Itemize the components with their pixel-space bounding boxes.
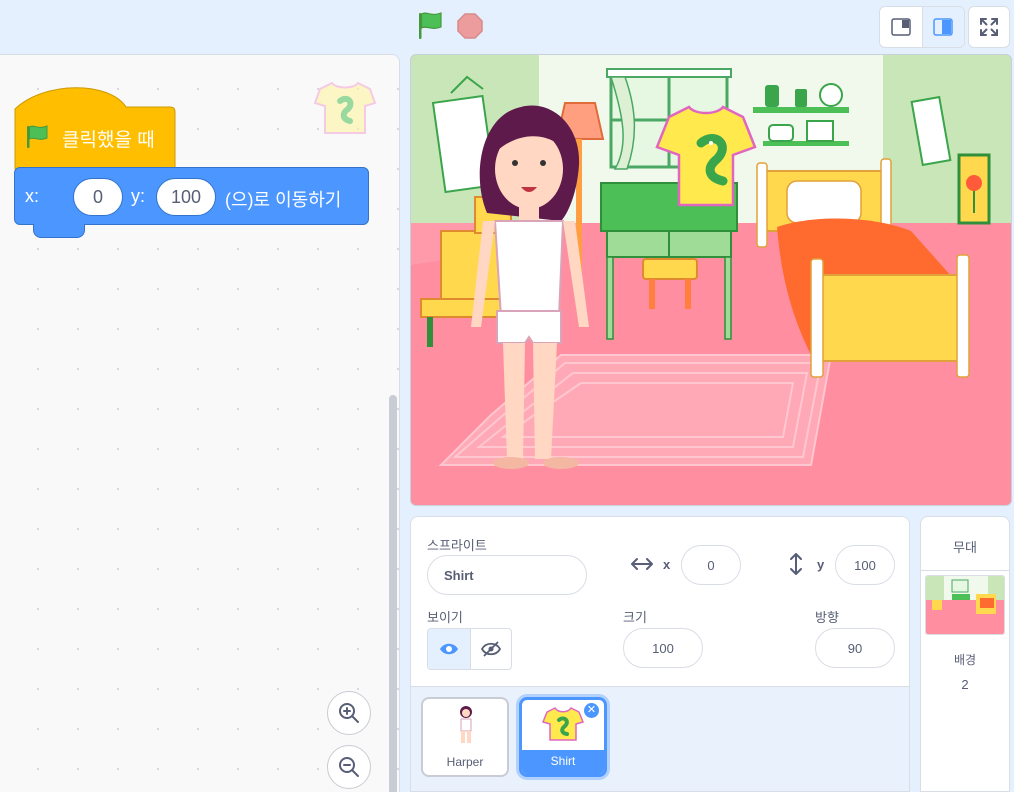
eye-icon	[439, 643, 458, 655]
direction-label: 방향	[815, 610, 839, 625]
size-input[interactable]: 100	[623, 628, 703, 668]
green-flag-icon	[27, 125, 48, 148]
backdrops-count: 2	[961, 677, 969, 692]
zoom-out-icon	[339, 757, 359, 777]
shirt-thumbnail-icon	[542, 707, 584, 741]
sprite-tile-harper[interactable]: Harper	[421, 697, 509, 777]
sprite-label: 스프라이트	[427, 538, 487, 553]
shirt-sprite-watermark-icon	[313, 81, 377, 134]
go-to-suffix-label: (으)로 이동하기	[225, 190, 342, 210]
sprite-tile-name: Harper	[446, 755, 484, 769]
sprite-name-input[interactable]: Shirt	[427, 555, 587, 595]
x-label: x:	[25, 186, 40, 206]
bedroom-backdrop	[411, 55, 1011, 505]
hat-block-label: 클릭했을 때	[62, 130, 155, 151]
fullscreen-icon	[980, 18, 998, 36]
stage-canvas[interactable]	[410, 54, 1012, 506]
size-label: 크기	[623, 610, 647, 625]
y-label: y:	[131, 186, 146, 206]
code-workspace[interactable]: 클릭했을 때 x: 0 y: 100 (으)로 이동하기	[0, 54, 400, 792]
horizontal-arrows-icon	[631, 558, 653, 570]
fullscreen-button[interactable]	[968, 6, 1010, 48]
x-value-input[interactable]: 0	[73, 178, 123, 216]
delete-sprite-button[interactable]: ✕	[583, 702, 600, 719]
go-to-xy-block[interactable]: x: 0 y: 100 (으)로 이동하기	[14, 167, 369, 238]
sprite-info-pane: 스프라이트 Shirt x 0 y 100 보이기 크기 100 방향 90	[410, 516, 910, 686]
stop-icon	[457, 13, 483, 39]
direction-input[interactable]: 90	[815, 628, 895, 668]
harper-thumbnail-icon	[460, 706, 472, 743]
stop-button[interactable]	[456, 12, 484, 40]
sprite-tile-name: Shirt	[522, 750, 604, 774]
show-label: 보이기	[427, 610, 463, 625]
stage-selector-pane[interactable]: 무대 배경 2	[920, 516, 1010, 792]
zoom-in-button[interactable]	[327, 691, 371, 735]
zoom-in-icon	[339, 703, 359, 723]
normal-stage-button[interactable]	[921, 7, 964, 47]
x-position-label: x	[663, 557, 671, 572]
bedroom-backdrop-thumbnail-icon	[926, 576, 1004, 634]
sprite-tile-shirt[interactable]: ✕ Shirt	[519, 697, 607, 777]
zoom-out-button[interactable]	[327, 745, 371, 789]
visibility-toggle	[427, 628, 512, 670]
vertical-arrows-icon	[790, 553, 802, 575]
divider	[921, 570, 1009, 571]
small-stage-icon	[891, 18, 911, 36]
sprite-list: Harper ✕ Shirt	[410, 686, 910, 792]
backdrops-label: 배경	[953, 653, 977, 667]
normal-stage-icon	[933, 18, 954, 36]
x-position-input[interactable]: 0	[681, 545, 741, 585]
green-flag-icon	[419, 12, 442, 39]
stage-title: 무대	[953, 540, 977, 555]
hide-sprite-button[interactable]	[469, 629, 512, 669]
green-flag-button[interactable]	[414, 10, 448, 42]
y-value-input[interactable]: 100	[156, 178, 216, 216]
y-position-input[interactable]: 100	[835, 545, 895, 585]
show-sprite-button[interactable]	[428, 629, 470, 669]
backdrop-thumbnail[interactable]	[925, 575, 1005, 635]
workspace-scrollbar[interactable]	[389, 395, 397, 792]
eye-slash-icon	[480, 641, 501, 657]
y-position-label: y	[817, 557, 825, 572]
flower-picture-icon	[957, 153, 991, 225]
small-stage-button[interactable]	[880, 7, 922, 47]
stage-size-toggle	[879, 6, 965, 48]
block-notch	[33, 224, 85, 238]
when-flag-clicked-block[interactable]: 클릭했을 때	[14, 85, 176, 176]
top-bar	[0, 0, 1014, 54]
